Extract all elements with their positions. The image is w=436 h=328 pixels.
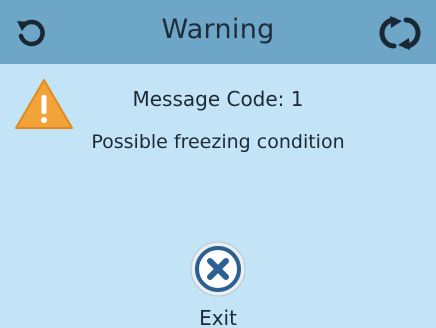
page-title: Warning [161, 14, 275, 45]
header-bar: Warning [0, 0, 436, 64]
exit-label: Exit [199, 306, 237, 328]
refresh-icon[interactable] [378, 16, 422, 50]
warning-screen: Warning Message Code: 1 Possible freezin… [0, 0, 436, 328]
message-body: Possible freezing condition [91, 131, 345, 153]
exit-button[interactable] [190, 241, 246, 297]
message-code: Message Code: 1 [132, 87, 304, 111]
